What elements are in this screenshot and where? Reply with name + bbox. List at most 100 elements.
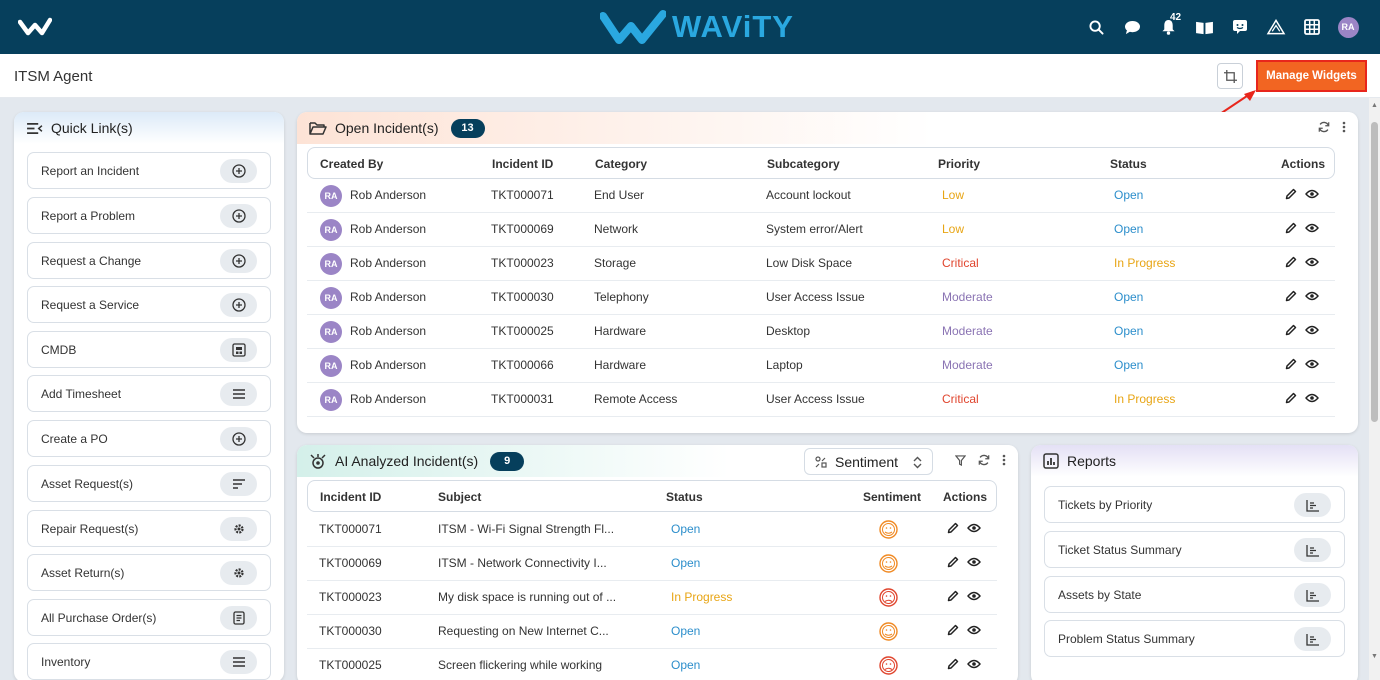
edit-pencil-icon[interactable] [947, 522, 959, 534]
plus-circle-icon[interactable] [220, 427, 257, 451]
view-eye-icon[interactable] [1305, 223, 1319, 233]
table-row[interactable]: RA Rob Anderson TKT000071 End User Account l… [307, 179, 1335, 213]
more-options-icon[interactable] [1342, 121, 1346, 133]
table-row[interactable]: RA Rob Anderson TKT000031 Remote Access User… [307, 383, 1335, 417]
quick-link-item[interactable]: Inventory [27, 643, 271, 680]
plus-circle-icon[interactable] [220, 204, 257, 228]
knowledge-book-icon[interactable] [1186, 14, 1222, 40]
gear-icon[interactable] [220, 517, 257, 541]
report-item[interactable]: Problem Status Summary [1044, 620, 1345, 657]
edit-pencil-icon[interactable] [1285, 358, 1297, 370]
view-eye-icon[interactable] [1305, 189, 1319, 199]
bar-chart-icon[interactable] [1294, 627, 1331, 651]
view-eye-icon[interactable] [967, 557, 981, 567]
edit-pencil-icon[interactable] [947, 556, 959, 568]
list-icon[interactable] [220, 382, 257, 406]
quick-links-title: Quick Link(s) [51, 120, 133, 136]
edit-pencil-icon[interactable] [947, 590, 959, 602]
view-eye-icon[interactable] [1305, 291, 1319, 301]
table-row[interactable]: RA Rob Anderson TKT000069 Network System err… [307, 213, 1335, 247]
apps-grid-icon[interactable] [1294, 14, 1330, 40]
plus-circle-icon[interactable] [220, 249, 257, 273]
view-eye-icon[interactable] [1305, 257, 1319, 267]
view-eye-icon[interactable] [1305, 393, 1319, 403]
quick-link-item[interactable]: Add Timesheet [27, 375, 271, 412]
filter-lines-icon[interactable] [220, 472, 257, 496]
quick-link-item[interactable]: Repair Request(s) [27, 510, 271, 547]
table-row[interactable]: TKT000069 ITSM - Network Connectivity I..… [307, 547, 997, 581]
report-item[interactable]: Ticket Status Summary [1044, 531, 1345, 568]
avatar: RA [320, 389, 342, 411]
manage-widgets-button[interactable]: Manage Widgets [1256, 60, 1367, 92]
status-label: Open [1114, 188, 1144, 202]
quick-link-item[interactable]: Create a PO [27, 420, 271, 457]
edit-pencil-icon[interactable] [947, 624, 959, 636]
sentiment-neutral-icon [879, 520, 898, 539]
quick-link-item[interactable]: Asset Return(s) [27, 554, 271, 591]
edit-pencil-icon[interactable] [1285, 290, 1297, 302]
filter-icon[interactable] [955, 454, 966, 466]
quick-link-item[interactable]: Report a Problem [27, 197, 271, 234]
edit-pencil-icon[interactable] [1285, 392, 1297, 404]
bar-chart-icon[interactable] [1294, 538, 1331, 562]
refresh-icon[interactable] [1318, 121, 1330, 133]
plus-circle-icon[interactable] [220, 159, 257, 183]
scroll-up-icon[interactable]: ▲ [1371, 102, 1378, 109]
status-label: Open [671, 658, 701, 672]
more-options-icon[interactable] [1002, 454, 1006, 466]
edit-pencil-icon[interactable] [1285, 222, 1297, 234]
status-label: In Progress [1114, 392, 1176, 406]
plus-circle-icon[interactable] [220, 293, 257, 317]
table-row[interactable]: TKT000025 Screen flickering while working… [307, 649, 997, 680]
quick-link-item[interactable]: All Purchase Order(s) [27, 599, 271, 636]
gear-icon[interactable] [220, 561, 257, 585]
list-icon[interactable] [220, 650, 257, 674]
view-eye-icon[interactable] [967, 591, 981, 601]
quick-link-item[interactable]: Report an Incident [27, 152, 271, 189]
sentiment-sort-select[interactable]: Sentiment [804, 448, 933, 475]
table-row[interactable]: RA Rob Anderson TKT000025 Hardware Desktop Mo… [307, 315, 1335, 349]
report-label: Assets by State [1058, 587, 1142, 602]
view-eye-icon[interactable] [967, 523, 981, 533]
table-row[interactable]: RA Rob Anderson TKT000023 Storage Low Disk S… [307, 247, 1335, 281]
quick-link-label: Create a PO [41, 431, 108, 446]
report-item[interactable]: Tickets by Priority [1044, 486, 1345, 523]
document-icon[interactable] [220, 606, 257, 630]
edit-pencil-icon[interactable] [1285, 188, 1297, 200]
user-avatar[interactable]: RA [1330, 14, 1366, 40]
table-row[interactable]: RA Rob Anderson TKT000066 Hardware Laptop Mod… [307, 349, 1335, 383]
view-eye-icon[interactable] [1305, 359, 1319, 369]
table-row[interactable]: TKT000023 My disk space is running out of… [307, 581, 997, 615]
quick-link-item[interactable]: Asset Request(s) [27, 465, 271, 502]
table-row[interactable]: TKT000030 Requesting on New Internet C...… [307, 615, 997, 649]
quick-link-item[interactable]: CMDB [27, 331, 271, 368]
table-row[interactable]: RA Rob Anderson TKT000030 Telephony User Acc… [307, 281, 1335, 315]
report-item[interactable]: Assets by State [1044, 576, 1345, 613]
view-eye-icon[interactable] [967, 659, 981, 669]
chat-icon[interactable] [1114, 14, 1150, 40]
page-scrollbar[interactable]: ▲ ▼ [1369, 98, 1380, 680]
ai-sparkle-icon [310, 453, 326, 469]
table-row[interactable]: TKT000071 ITSM - Wi-Fi Signal Strength Fl… [307, 513, 997, 547]
notification-bell-icon[interactable]: 42 [1150, 12, 1186, 40]
sentiment-neutral-icon [879, 622, 898, 641]
refresh-icon[interactable] [978, 454, 990, 466]
home-logo-icon[interactable] [17, 16, 53, 41]
view-eye-icon[interactable] [1305, 325, 1319, 335]
view-eye-icon[interactable] [967, 625, 981, 635]
scroll-down-icon[interactable]: ▼ [1371, 653, 1378, 660]
alert-triangle-icon[interactable] [1258, 14, 1294, 40]
bar-chart-icon[interactable] [1294, 493, 1331, 517]
quick-link-item[interactable]: Request a Change [27, 242, 271, 279]
bar-chart-icon[interactable] [1294, 583, 1331, 607]
feedback-icon[interactable] [1222, 14, 1258, 40]
edit-pencil-icon[interactable] [947, 658, 959, 670]
quick-link-item[interactable]: Request a Service [27, 286, 271, 323]
edit-pencil-icon[interactable] [1285, 256, 1297, 268]
page-subheader: ITSM Agent [0, 54, 1380, 98]
cmdb-icon[interactable] [220, 338, 257, 362]
search-icon[interactable] [1078, 14, 1114, 40]
edit-pencil-icon[interactable] [1285, 324, 1297, 336]
scrollbar-thumb[interactable] [1371, 122, 1378, 422]
quick-link-label: Report an Incident [41, 163, 140, 178]
